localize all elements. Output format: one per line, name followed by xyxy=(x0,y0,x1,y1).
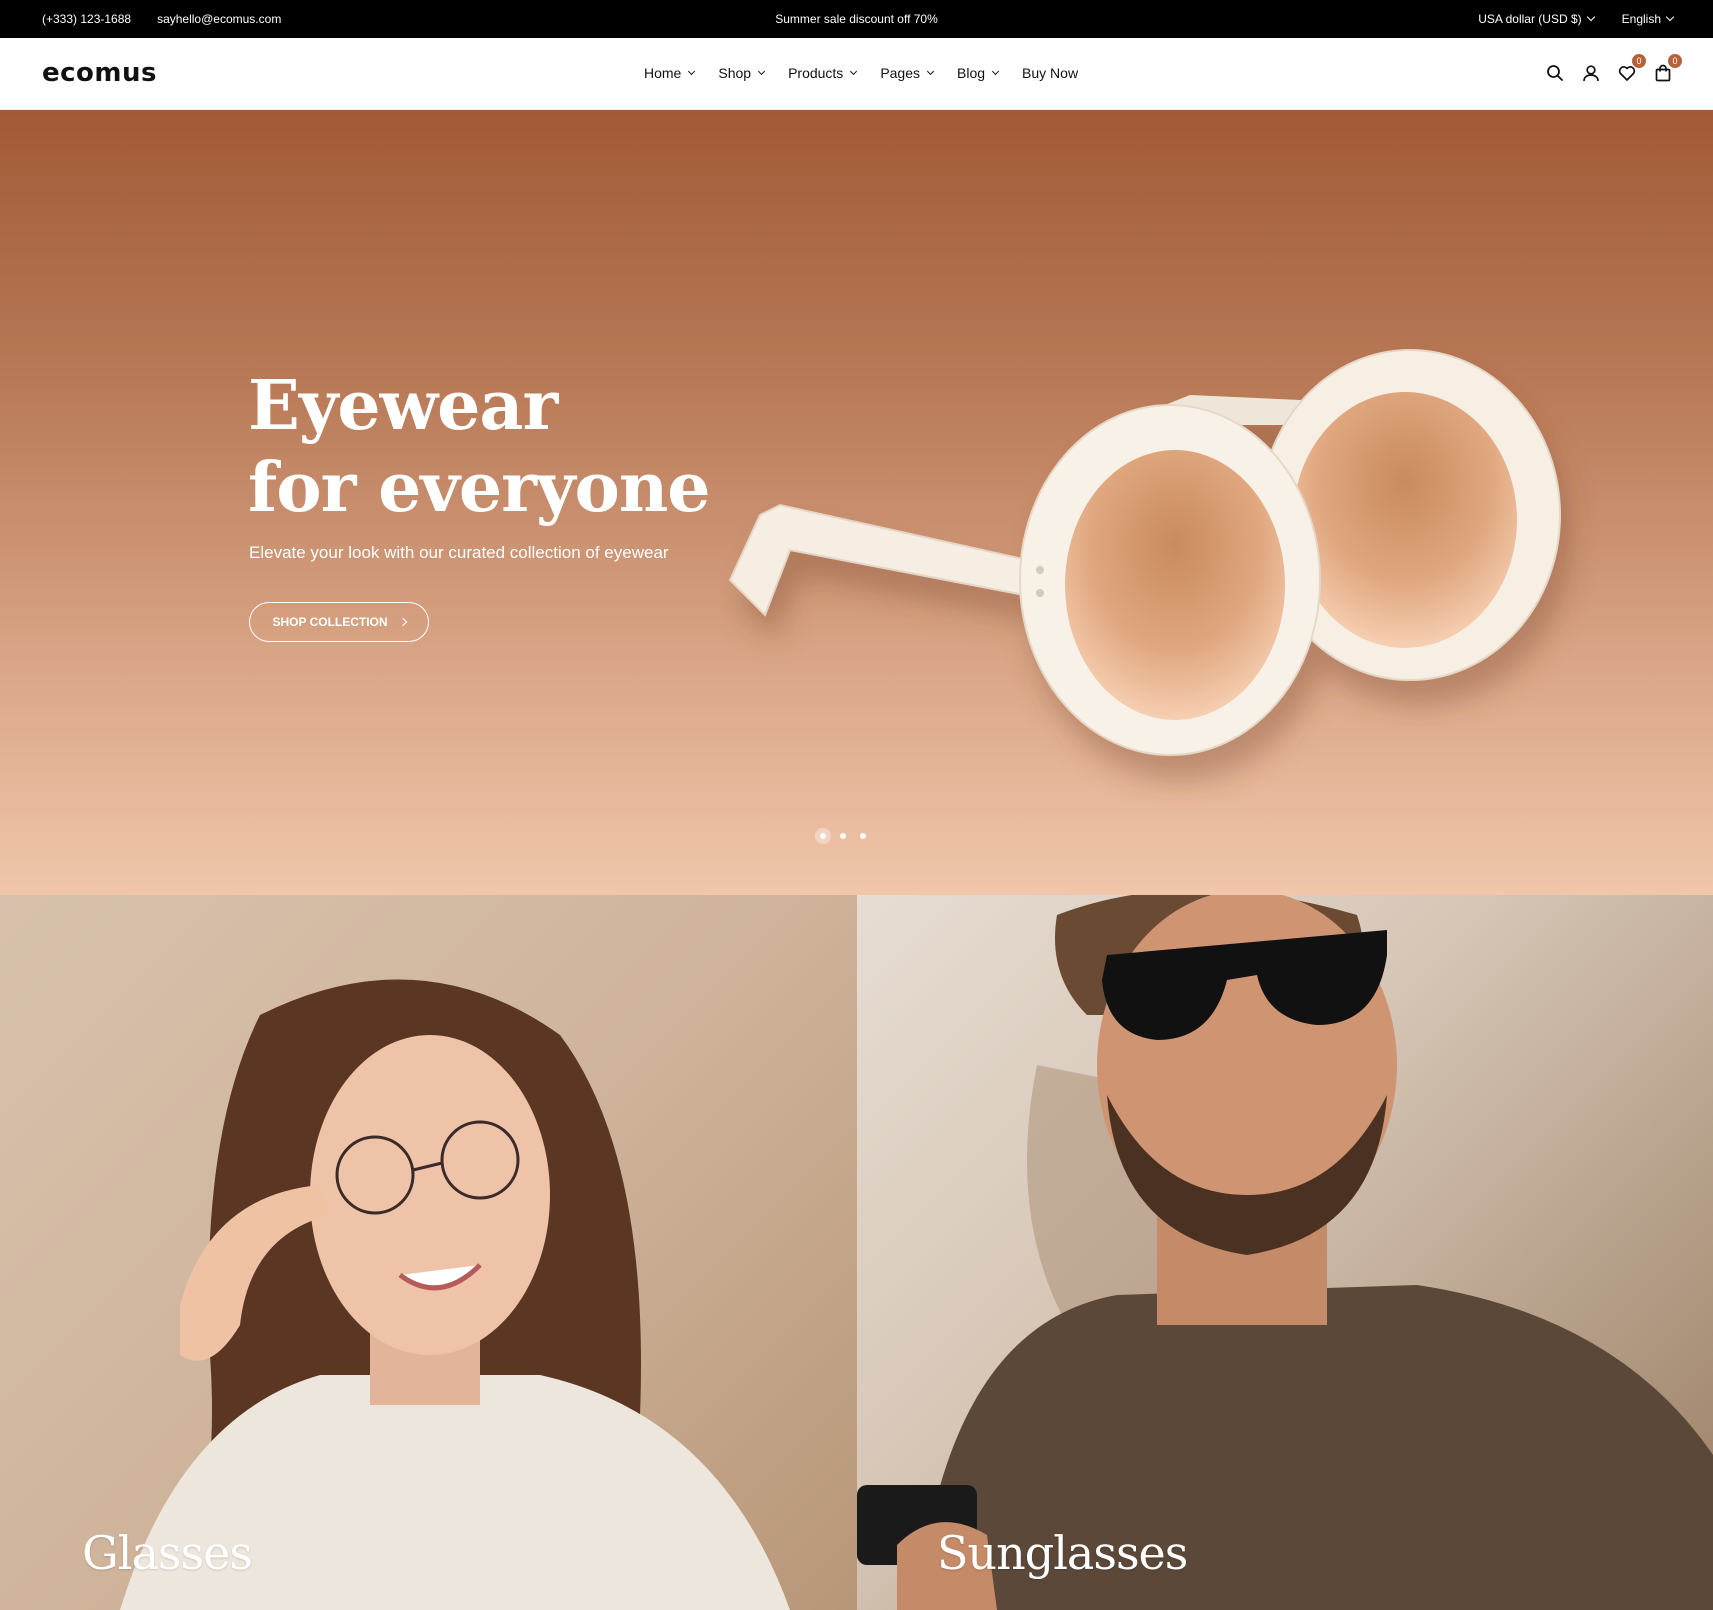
announcement-bar: (+333) 123-1688 sayhello@ecomus.com Summ… xyxy=(0,0,1713,38)
nav-item-products[interactable]: Products xyxy=(788,65,858,81)
cart-button[interactable]: 0 xyxy=(1653,54,1682,83)
main-nav: Home Shop Products Pages Blog Buy Now xyxy=(644,65,1078,81)
woman-with-glasses-image xyxy=(120,979,790,1610)
search-icon[interactable] xyxy=(1545,63,1565,83)
user-icon[interactable] xyxy=(1581,63,1601,83)
man-with-sunglasses-image xyxy=(857,895,1713,1610)
site-header: ecomus Home Shop Products Pages Blog Buy… xyxy=(0,38,1713,110)
site-logo[interactable]: ecomus xyxy=(42,58,157,88)
hero-title: Eyewear for everyone xyxy=(248,365,711,529)
chevron-down-icon xyxy=(688,67,696,75)
slider-pagination xyxy=(820,833,866,839)
bag-icon xyxy=(1655,64,1671,82)
chevron-down-icon xyxy=(992,67,1000,75)
wishlist-count-badge: 0 xyxy=(1632,54,1646,68)
language-label: English xyxy=(1621,12,1661,26)
header-actions: 0 0 xyxy=(1545,54,1682,83)
nav-label: Shop xyxy=(718,65,752,81)
shop-collection-button[interactable]: SHOP COLLECTION xyxy=(249,602,429,642)
hero-slider: Eyewear for everyone Elevate your look w… xyxy=(0,110,1713,895)
chevron-right-icon xyxy=(398,617,407,627)
category-tile-sunglasses[interactable]: Sunglasses xyxy=(857,895,1713,1610)
currency-label: USA dollar (USD $) xyxy=(1478,12,1582,26)
language-selector[interactable]: English xyxy=(1621,12,1675,26)
category-tile-glasses[interactable]: Glasses xyxy=(0,895,857,1610)
nav-item-shop[interactable]: Shop xyxy=(718,65,766,81)
hero-title-line-2: for everyone xyxy=(248,448,711,528)
sunglasses-image xyxy=(728,349,1561,756)
nav-item-pages[interactable]: Pages xyxy=(880,65,935,81)
currency-selector[interactable]: USA dollar (USD $) xyxy=(1478,12,1595,26)
slide-dot-1[interactable] xyxy=(820,833,826,839)
chevron-down-icon xyxy=(1665,12,1675,22)
nav-item-home[interactable]: Home xyxy=(644,65,696,81)
hero-title-line-1: Eyewear xyxy=(248,366,558,446)
chevron-down-icon xyxy=(1586,12,1595,22)
heart-icon xyxy=(1618,66,1636,81)
chevron-down-icon xyxy=(850,67,858,75)
chevron-down-icon xyxy=(758,67,766,75)
wishlist-button[interactable]: 0 xyxy=(1617,54,1646,83)
email-link[interactable]: sayhello@ecomus.com xyxy=(157,12,281,26)
category-label-sunglasses: Sunglasses xyxy=(937,1526,1188,1580)
chevron-down-icon xyxy=(926,67,935,75)
category-label-glasses: Glasses xyxy=(82,1526,253,1580)
slide-dot-3[interactable] xyxy=(860,833,866,839)
nav-item-buy-now[interactable]: Buy Now xyxy=(1022,65,1078,81)
cart-count-badge: 0 xyxy=(1668,54,1682,68)
hero-subtitle: Elevate your look with our curated colle… xyxy=(249,543,669,562)
nav-label: Home xyxy=(644,65,682,81)
phone-link[interactable]: (+333) 123-1688 xyxy=(42,12,131,26)
nav-label: Buy Now xyxy=(1022,65,1079,81)
nav-label: Products xyxy=(788,65,844,81)
nav-label: Blog xyxy=(957,65,986,81)
shop-collection-label: SHOP COLLECTION xyxy=(272,615,388,629)
locale-selectors: USA dollar (USD $) English xyxy=(1478,12,1675,26)
nav-label: Pages xyxy=(880,65,921,81)
nav-item-blog[interactable]: Blog xyxy=(957,65,1000,81)
slide-dot-2[interactable] xyxy=(840,833,846,839)
contact-info: (+333) 123-1688 sayhello@ecomus.com xyxy=(42,12,281,26)
